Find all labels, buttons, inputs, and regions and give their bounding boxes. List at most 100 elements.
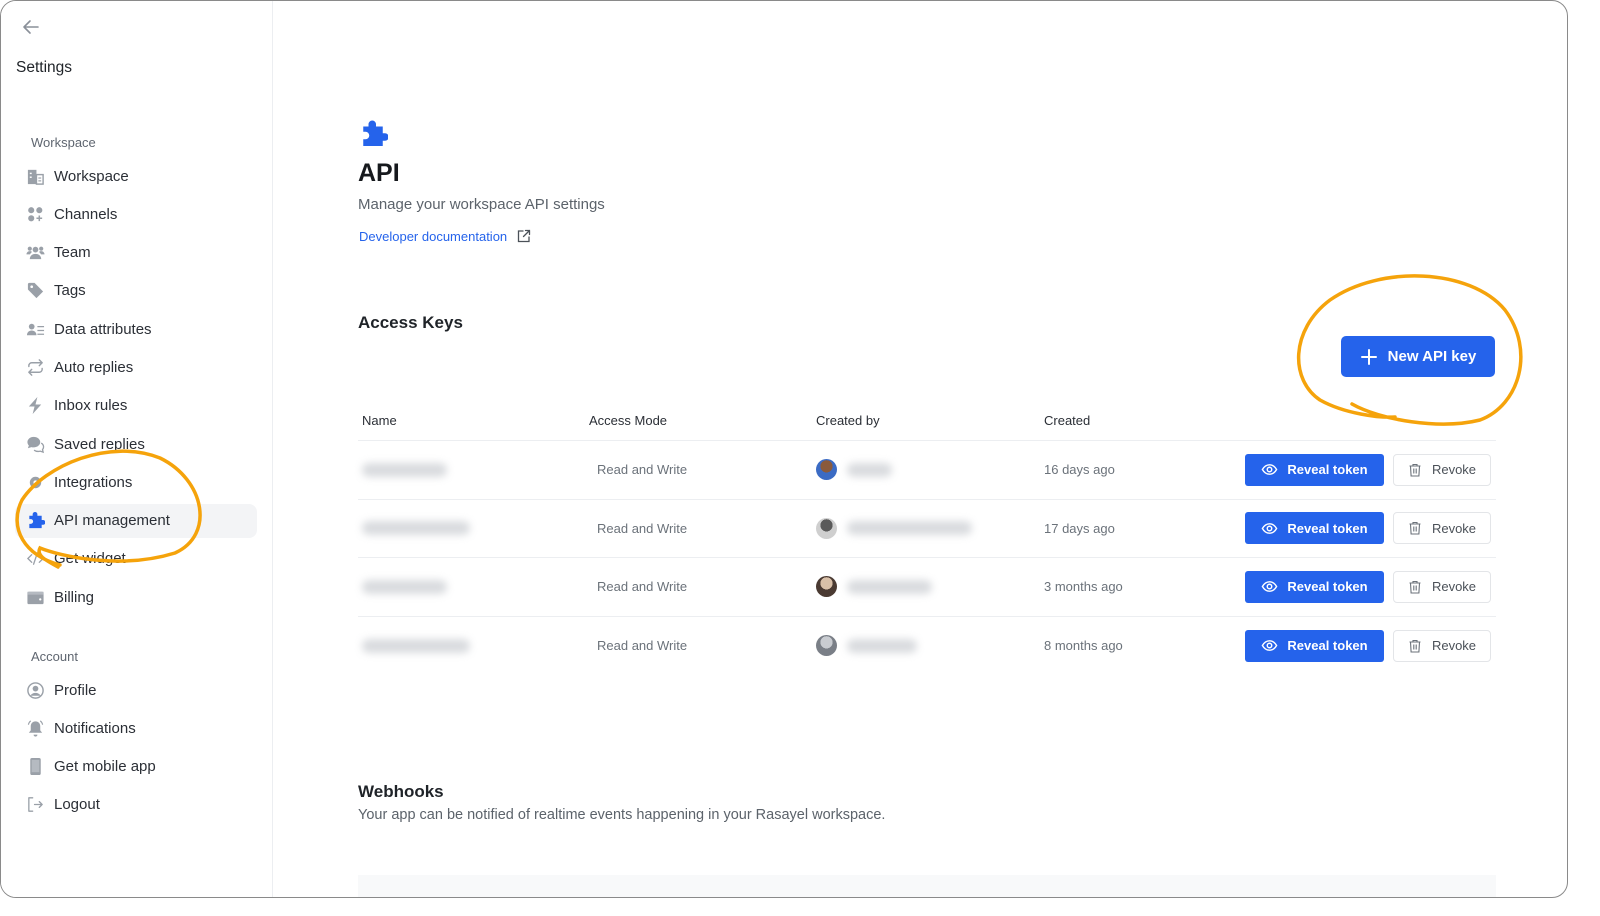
table-row: Read and Write 16 days ago Reveal token …: [358, 441, 1496, 500]
sidebar-item-api-management[interactable]: API management: [15, 503, 257, 538]
workspace-nav: Workspace Channels Team Tags Data attrib…: [15, 159, 257, 619]
webhooks-title: Webhooks: [358, 782, 444, 801]
page-title: API: [358, 159, 400, 187]
revoke-button[interactable]: Revoke: [1393, 629, 1491, 662]
sidebar-item-workspace[interactable]: Workspace: [15, 159, 257, 193]
team-icon: [25, 243, 45, 263]
sidebar-item-get-widget[interactable]: Get widget: [15, 542, 257, 576]
sidebar-item-tags[interactable]: Tags: [15, 274, 257, 308]
revoke-button[interactable]: Revoke: [1393, 570, 1491, 603]
row-actions: Reveal token Revoke: [1244, 570, 1496, 603]
sidebar-item-label: API management: [54, 512, 170, 530]
sidebar-item-data-attributes[interactable]: Data attributes: [15, 312, 257, 346]
new-api-key-button[interactable]: New API key: [1341, 336, 1495, 377]
repeat-icon: [25, 357, 45, 377]
sidebar-item-label: Integrations: [54, 473, 133, 491]
table-row: Read and Write 17 days ago Reveal token …: [358, 500, 1496, 558]
trash-icon: [1409, 463, 1421, 477]
sidebar-item-label: Billing: [54, 588, 95, 606]
creator-name-redacted: [847, 521, 972, 536]
data-attributes-icon: [25, 319, 45, 339]
table-row: Read and Write 8 months ago Reveal token…: [358, 617, 1496, 676]
created-cell: 16 days ago: [1044, 462, 1115, 478]
revoke-button[interactable]: Revoke: [1393, 453, 1491, 486]
created-by-cell: [816, 517, 1044, 539]
page-subtitle: Manage your workspace API settings: [358, 196, 605, 213]
workspace-section-label: Workspace: [31, 135, 96, 150]
account-section-label: Account: [31, 649, 78, 664]
column-header-created-by: Created by: [816, 413, 880, 428]
webhooks-description: Your app can be notified of realtime eve…: [358, 807, 886, 823]
revoke-label: Revoke: [1431, 638, 1477, 654]
revoke-label: Revoke: [1431, 579, 1477, 595]
plus-icon: [1360, 348, 1377, 365]
sidebar-item-label: Saved replies: [54, 435, 145, 453]
arrow-left-icon[interactable]: [19, 15, 43, 39]
phone-icon: [25, 757, 45, 777]
created-by-cell: [816, 576, 1044, 598]
sidebar-item-label: Auto replies: [54, 358, 134, 376]
access-mode-cell: Read and Write: [597, 462, 688, 478]
sidebar-item-inbox-rules[interactable]: Inbox rules: [15, 389, 257, 423]
eye-icon: [1261, 640, 1278, 652]
sidebar-item-label: Data attributes: [54, 320, 152, 338]
access-keys-title: Access Keys: [358, 313, 463, 332]
sidebar-item-label: Profile: [54, 681, 97, 699]
access-mode-cell: Read and Write: [597, 520, 688, 536]
new-api-key-label: New API key: [1387, 348, 1477, 365]
row-actions: Reveal token Revoke: [1244, 453, 1496, 486]
tag-icon: [25, 281, 45, 301]
key-name-cell: [358, 521, 589, 536]
eye-icon: [1261, 581, 1278, 593]
column-header-created: Created: [1044, 413, 1091, 428]
access-keys-table: Name Access Mode Created by Created Read…: [358, 401, 1496, 675]
eye-icon: [1261, 522, 1278, 534]
revoke-label: Revoke: [1431, 462, 1477, 478]
sidebar-item-label: Get widget: [54, 550, 126, 568]
sidebar-item-label: Tags: [54, 282, 86, 300]
creator-name-redacted: [847, 579, 932, 594]
reveal-token-label: Reveal token: [1287, 579, 1368, 595]
created-by-cell: [816, 635, 1044, 657]
table-row: Read and Write 3 months ago Reveal token…: [358, 558, 1496, 617]
sidebar-item-integrations[interactable]: Integrations: [15, 465, 257, 499]
developer-documentation-link[interactable]: Developer documentation: [359, 228, 532, 244]
access-mode-cell: Read and Write: [597, 638, 688, 654]
sidebar-item-label: Get mobile app: [54, 758, 156, 776]
revoke-button[interactable]: Revoke: [1393, 512, 1491, 545]
building-icon: [25, 166, 45, 186]
row-actions: Reveal token Revoke: [1244, 512, 1496, 545]
sidebar-item-saved-replies[interactable]: Saved replies: [15, 427, 257, 461]
key-name-cell: [358, 579, 589, 594]
sidebar-item-team[interactable]: Team: [15, 236, 257, 270]
reveal-token-label: Reveal token: [1287, 462, 1368, 478]
sidebar-item-label: Channels: [54, 205, 118, 223]
sidebar-item-get-mobile-app[interactable]: Get mobile app: [15, 750, 257, 784]
sidebar-item-notifications[interactable]: Notifications: [15, 711, 257, 745]
reveal-token-label: Reveal token: [1287, 520, 1368, 536]
sidebar-item-label: Notifications: [54, 719, 136, 737]
eye-icon: [1261, 464, 1278, 476]
sidebar: Settings Workspace Workspace Channels Te…: [1, 1, 273, 897]
sidebar-item-logout[interactable]: Logout: [15, 788, 257, 822]
key-name-redacted: [362, 521, 470, 536]
sidebar-item-auto-replies[interactable]: Auto replies: [15, 350, 257, 384]
sidebar-item-billing[interactable]: Billing: [15, 580, 257, 614]
created-cell: 8 months ago: [1044, 638, 1123, 654]
reveal-token-button[interactable]: Reveal token: [1245, 512, 1384, 545]
reveal-token-button[interactable]: Reveal token: [1245, 570, 1384, 603]
account-nav: Profile Notifications Get mobile app Log…: [15, 673, 257, 826]
sidebar-item-profile[interactable]: Profile: [15, 673, 257, 707]
gear-icon: [25, 472, 45, 492]
trash-icon: [1409, 639, 1421, 653]
reveal-token-button[interactable]: Reveal token: [1245, 453, 1384, 486]
trash-icon: [1409, 580, 1421, 594]
sidebar-item-label: Logout: [54, 796, 100, 814]
creator-name-redacted: [847, 638, 917, 653]
sidebar-item-label: Workspace: [54, 167, 129, 185]
code-icon: [25, 549, 45, 569]
reveal-token-button[interactable]: Reveal token: [1245, 629, 1384, 662]
sidebar-item-channels[interactable]: Channels: [15, 197, 257, 231]
avatar: [816, 517, 837, 539]
access-mode-cell: Read and Write: [597, 579, 688, 595]
